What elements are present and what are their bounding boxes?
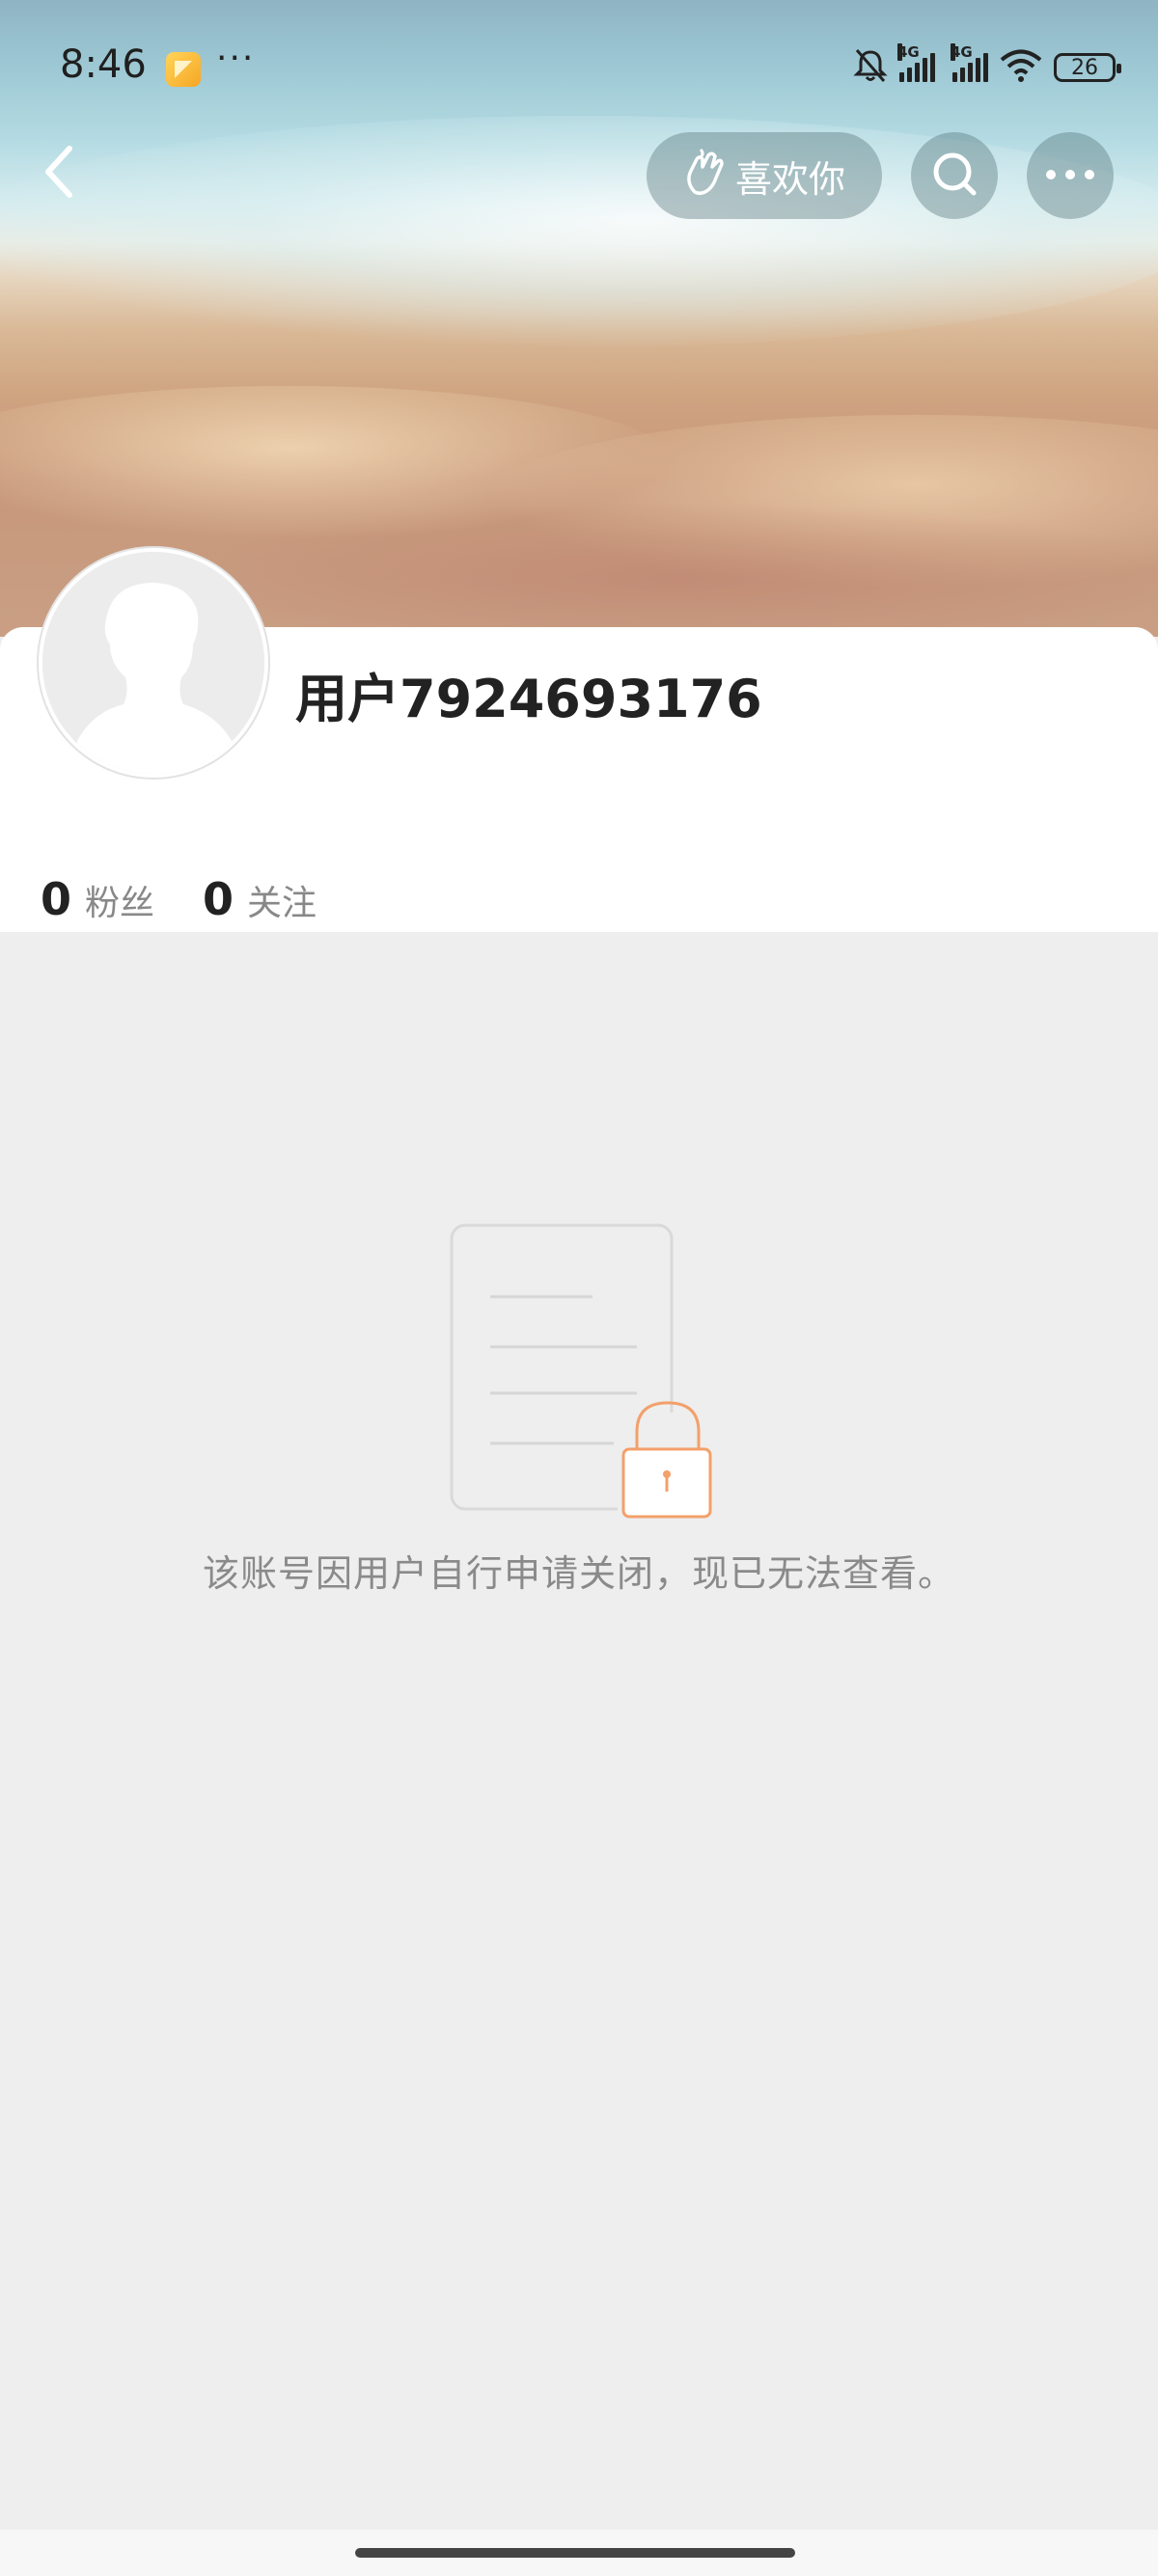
home-indicator[interactable]: [355, 2548, 795, 2558]
battery-icon: 26: [1054, 53, 1121, 82]
cell-signal-icon: 4G: [951, 43, 988, 82]
followers-count: 0: [41, 873, 72, 925]
status-indicators: 4G 4G 26: [851, 43, 1121, 91]
more-icon: [1043, 167, 1097, 185]
account-locked-illustration: [444, 1219, 730, 1528]
back-button[interactable]: [29, 145, 87, 203]
status-more-dots: ···: [216, 39, 256, 78]
account-closed-message: 该账号因用户自行申请关闭，现已无法查看。: [202, 1552, 955, 1595]
following-count: 0: [203, 873, 234, 925]
default-avatar-icon: [42, 552, 264, 774]
profile-stats: 0 粉丝 0 关注: [41, 873, 317, 925]
like-you-button[interactable]: 喜欢你: [647, 132, 882, 219]
avatar[interactable]: [39, 548, 268, 778]
back-arrow-icon: [41, 143, 75, 205]
like-you-label: 喜欢你: [734, 157, 845, 201]
status-bar: 8:46 ··· 4G 4G 26: [0, 0, 1158, 135]
hand-heart-icon: [683, 148, 726, 205]
notification-app-icon: [166, 52, 201, 87]
battery-level: 26: [1071, 55, 1098, 80]
search-icon: [929, 149, 979, 203]
following-stat[interactable]: 0 关注: [203, 873, 317, 925]
search-button[interactable]: [911, 132, 998, 219]
network-type-1: 4G: [897, 43, 920, 61]
followers-label: 粉丝: [85, 884, 155, 923]
more-options-button[interactable]: [1027, 132, 1114, 219]
username: 用户7924693176: [295, 669, 762, 729]
status-time: 8:46: [60, 42, 147, 87]
bell-off-icon: [851, 46, 890, 89]
following-label: 关注: [247, 884, 317, 923]
content-area: [0, 932, 1158, 2534]
wifi-icon: [998, 47, 1044, 88]
followers-stat[interactable]: 0 粉丝: [41, 873, 154, 925]
cell-signal-icon: 4G: [897, 43, 935, 82]
network-type-2: 4G: [951, 43, 973, 61]
